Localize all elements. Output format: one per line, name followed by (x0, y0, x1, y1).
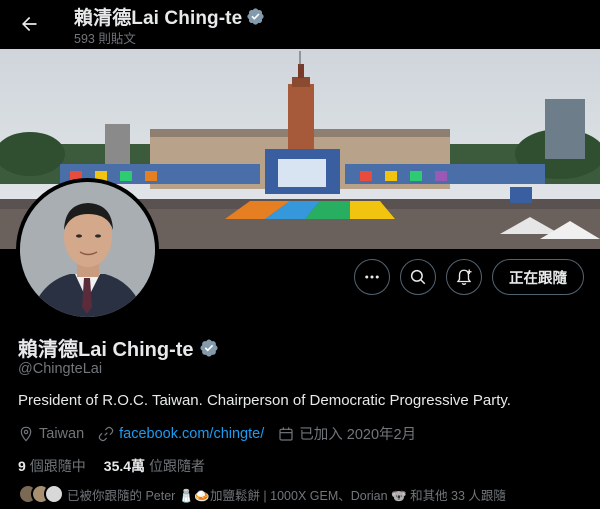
profile-bio: President of R.O.C. Taiwan. Chairperson … (18, 392, 511, 409)
mutual-avatars (18, 484, 64, 504)
location-text: Taiwan (39, 425, 85, 442)
followed-by-text: 已被你跟隨的 Peter 🧂🍛加鹽鬆餅 | 1000X GEM、Dorian 🐨… (67, 488, 506, 503)
avatar-photo (20, 182, 155, 317)
verified-badge-icon[interactable] (199, 338, 219, 358)
link-icon (98, 426, 114, 441)
more-dots-icon (365, 275, 379, 279)
location-pin-icon (20, 426, 32, 442)
top-header: 賴清德Lai Ching-te 593 則貼文 (0, 0, 600, 50)
profile-name-row: 賴清德Lai Ching-te (18, 333, 219, 362)
header-title-row: 賴清德Lai Ching-te (74, 3, 265, 30)
joined-item: 已加入 2020年2月 (278, 423, 416, 444)
verified-badge-icon (247, 8, 264, 25)
post-count: 593 則貼文 (74, 32, 136, 46)
following-button[interactable]: 正在跟隨 (492, 259, 584, 295)
following-stat[interactable]: 9 個跟隨中 (18, 456, 86, 476)
notify-button[interactable] (446, 259, 482, 295)
back-button[interactable] (12, 7, 46, 41)
bell-plus-icon (456, 269, 472, 285)
followers-stat[interactable]: 35.4萬 位跟隨者 (104, 456, 205, 476)
calendar-icon (279, 426, 293, 441)
header-name: 賴清德Lai Ching-te (74, 8, 243, 29)
following-count: 9 (18, 458, 26, 474)
arrow-left-icon (22, 16, 37, 32)
mutual-avatar (44, 484, 64, 504)
followers-label: 位跟隨者 (149, 458, 206, 474)
profile-meta: Taiwan facebook.com/chingte/ 已加入 2020年2月 (18, 423, 430, 444)
profile-actions: 正在跟隨 (354, 259, 584, 295)
search-icon (410, 269, 426, 285)
joined-text: 已加入 2020年2月 (299, 427, 417, 443)
followed-by-row[interactable]: 已被你跟隨的 Peter 🧂🍛加鹽鬆餅 | 1000X GEM、Dorian 🐨… (18, 484, 506, 504)
search-button[interactable] (400, 259, 436, 295)
website-item: facebook.com/chingte/ (98, 426, 264, 442)
profile-handle: @ChingteLai (18, 361, 103, 377)
following-label: 個跟隨中 (29, 458, 86, 474)
followers-count: 35.4萬 (103, 458, 146, 474)
follow-stats: 9 個跟隨中 35.4萬 位跟隨者 (18, 456, 205, 476)
profile-avatar[interactable] (16, 178, 159, 321)
display-name: 賴清德Lai Ching-te (18, 339, 194, 361)
more-button[interactable] (354, 259, 390, 295)
website-link[interactable]: facebook.com/chingte/ (119, 426, 264, 442)
location-item: Taiwan (18, 426, 84, 442)
